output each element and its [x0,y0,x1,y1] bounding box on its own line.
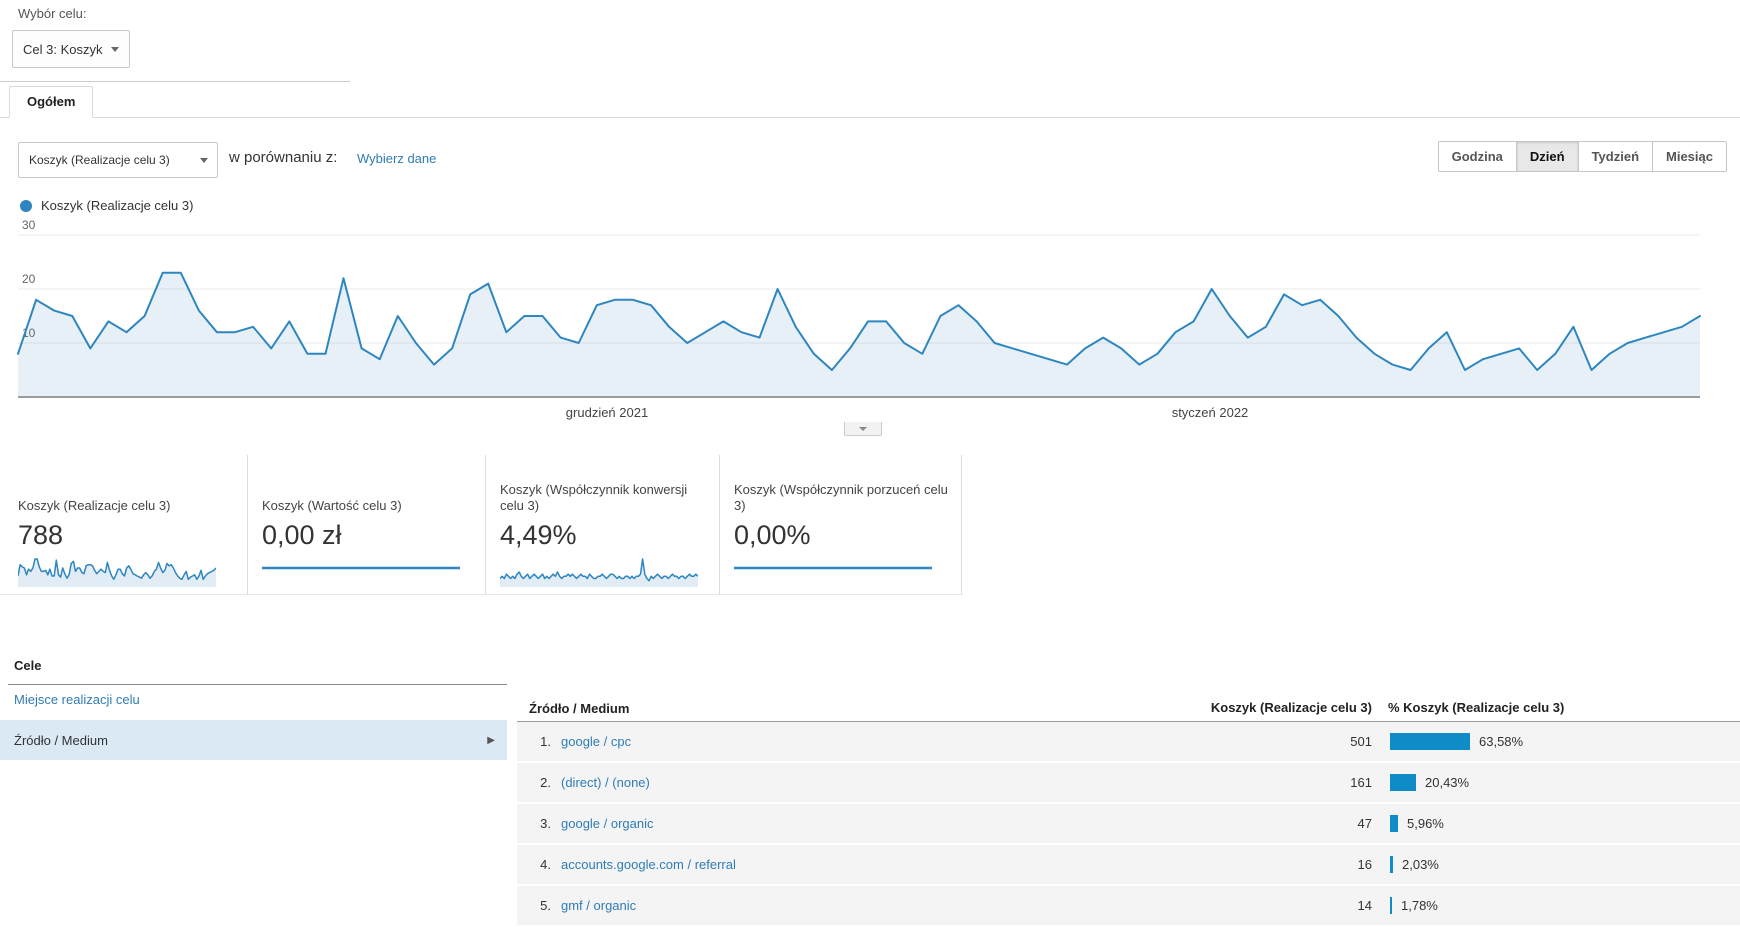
interval-button-tydzień[interactable]: Tydzień [1578,141,1654,172]
row-value: 501 [1350,734,1372,749]
row-rank: 1. [540,734,551,749]
scorecard-sparkline [734,557,932,587]
row-percent-label: 2,03% [1402,857,1439,872]
svg-text:grudzień 2021: grudzień 2021 [566,405,648,420]
compare-label: w porównaniu z: [229,149,338,166]
chevron-down-icon [111,46,119,52]
row-percent-label: 63,58% [1479,734,1524,749]
row-value: 161 [1350,775,1372,790]
scorecard-value: 788 [18,520,64,550]
metric-select-value: Koszyk (Realizacje celu 3) [29,153,170,167]
table-row: 3. google / organic 47 5,96% [517,804,1740,843]
column-header-pct-koszyk[interactable]: % Koszyk (Realizacje celu 3) [1388,699,1736,716]
table-row: 2. (direct) / (none) 161 20,43% [517,763,1740,802]
scorecard-sparkline [499,557,699,587]
table-header-row: Źródło / Medium Koszyk (Realizacje celu … [517,650,1740,722]
goal-section-divider [0,81,350,82]
scorecard-title: Koszyk (Współczynnik konwersji celu 3) [500,482,688,513]
nav-item-miejsce-realizacji-celu[interactable]: Miejsce realizacji celu [14,692,140,707]
scorecard-value: 0,00% [734,520,811,550]
row-source-link[interactable]: accounts.google.com / referral [561,857,736,872]
interval-button-dzień[interactable]: Dzień [1516,141,1579,172]
scorecard-value: 4,49% [500,520,577,550]
tab-ogolem[interactable]: Ogółem [9,86,94,118]
scorecard-sparkline [17,557,217,587]
row-value: 16 [1357,857,1372,872]
nav-arrow-icon: ▶ [487,734,495,746]
scorecard-0[interactable]: Koszyk (Realizacje celu 3) 788 [0,455,248,595]
scorecard-sparkline [262,557,460,587]
interval-button-godzina[interactable]: Godzina [1437,141,1517,172]
scorecard-title: Koszyk (Wartość celu 3) [262,498,402,513]
timeseries-svg: 102030 grudzień 2021 styczeń 2022 [17,218,1701,420]
nav-item-label: Źródło / Medium [14,732,108,748]
row-value: 14 [1357,898,1372,913]
table-row: 5. gmf / organic 14 1,78% [517,886,1740,925]
row-source-link[interactable]: gmf / organic [561,898,636,913]
nav-item-zrodlo-medium[interactable]: Źródło / Medium ▶ [0,720,507,760]
row-percent-label: 1,78% [1401,898,1438,913]
chevron-down-icon [200,157,208,163]
scorecard-1[interactable]: Koszyk (Wartość celu 3) 0,00 zł [248,455,486,595]
nav-header-cele: Cele [14,658,42,673]
row-percent-bar [1390,815,1398,832]
compare-data-link[interactable]: Wybierz dane [357,151,436,166]
table-row: 1. google / cpc 501 63,58% [517,722,1740,761]
row-rank: 4. [540,857,551,872]
row-source-link[interactable]: (direct) / (none) [561,775,650,790]
column-header-source-medium[interactable]: Źródło / Medium [529,701,629,716]
nav-header-underline [8,684,507,685]
svg-text:30: 30 [22,218,36,232]
goal-select-dropdown[interactable]: Cel 3: Koszyk [12,30,130,68]
timeseries-chart[interactable]: 102030 grudzień 2021 styczeń 2022 [0,195,1740,427]
row-percent-label: 5,96% [1407,816,1444,831]
row-source-link[interactable]: google / cpc [561,734,631,749]
goal-selector-label: Wybór celu: [18,6,87,21]
table-body: 1. google / cpc 501 63,58% 2. (direct) / … [517,722,1740,925]
legend-dot-icon [20,199,32,212]
interval-button-miesiąc[interactable]: Miesiąc [1653,141,1727,172]
row-percent-bar [1390,856,1393,873]
row-rank: 3. [540,816,551,831]
interval-button-group: Godzina Dzień Tydzień Miesiąc [1437,141,1727,172]
row-rank: 5. [540,898,551,913]
goal-select-value: Cel 3: Koszyk [23,41,103,57]
row-rank: 2. [540,775,551,790]
row-percent-bar [1390,897,1392,914]
metric-select-dropdown[interactable]: Koszyk (Realizacje celu 3) [18,142,218,178]
scorecard-title: Koszyk (Realizacje celu 3) [18,498,171,513]
row-value: 47 [1357,816,1372,831]
table-row: 4. accounts.google.com / referral 16 2,0… [517,845,1740,884]
scorecard-2[interactable]: Koszyk (Współczynnik konwersji celu 3) 4… [486,455,720,595]
row-percent-label: 20,43% [1425,775,1470,790]
row-source-link[interactable]: google / organic [561,816,654,831]
collapse-arrow-icon [859,426,867,431]
source-medium-table: Źródło / Medium Koszyk (Realizacje celu … [517,650,1740,927]
scorecard-value: 0,00 zł [262,520,342,550]
scorecard-title: Koszyk (Współczynnik porzuceń celu 3) [734,482,948,513]
chart-collapse-button[interactable] [844,422,882,436]
row-percent-bar [1390,733,1470,750]
chart-legend: Koszyk (Realizacje celu 3) [20,198,193,213]
column-header-koszyk[interactable]: Koszyk (Realizacje celu 3) [1202,699,1372,716]
svg-text:styczeń 2022: styczeń 2022 [1172,405,1249,420]
scorecard-3[interactable]: Koszyk (Współczynnik porzuceń celu 3) 0,… [720,455,962,595]
legend-label: Koszyk (Realizacje celu 3) [41,198,194,213]
tabstrip-border [0,117,1740,118]
svg-text:20: 20 [22,272,36,286]
scorecard-strip: Koszyk (Realizacje celu 3) 788 Koszyk (W… [0,455,962,595]
row-percent-bar [1390,774,1416,791]
